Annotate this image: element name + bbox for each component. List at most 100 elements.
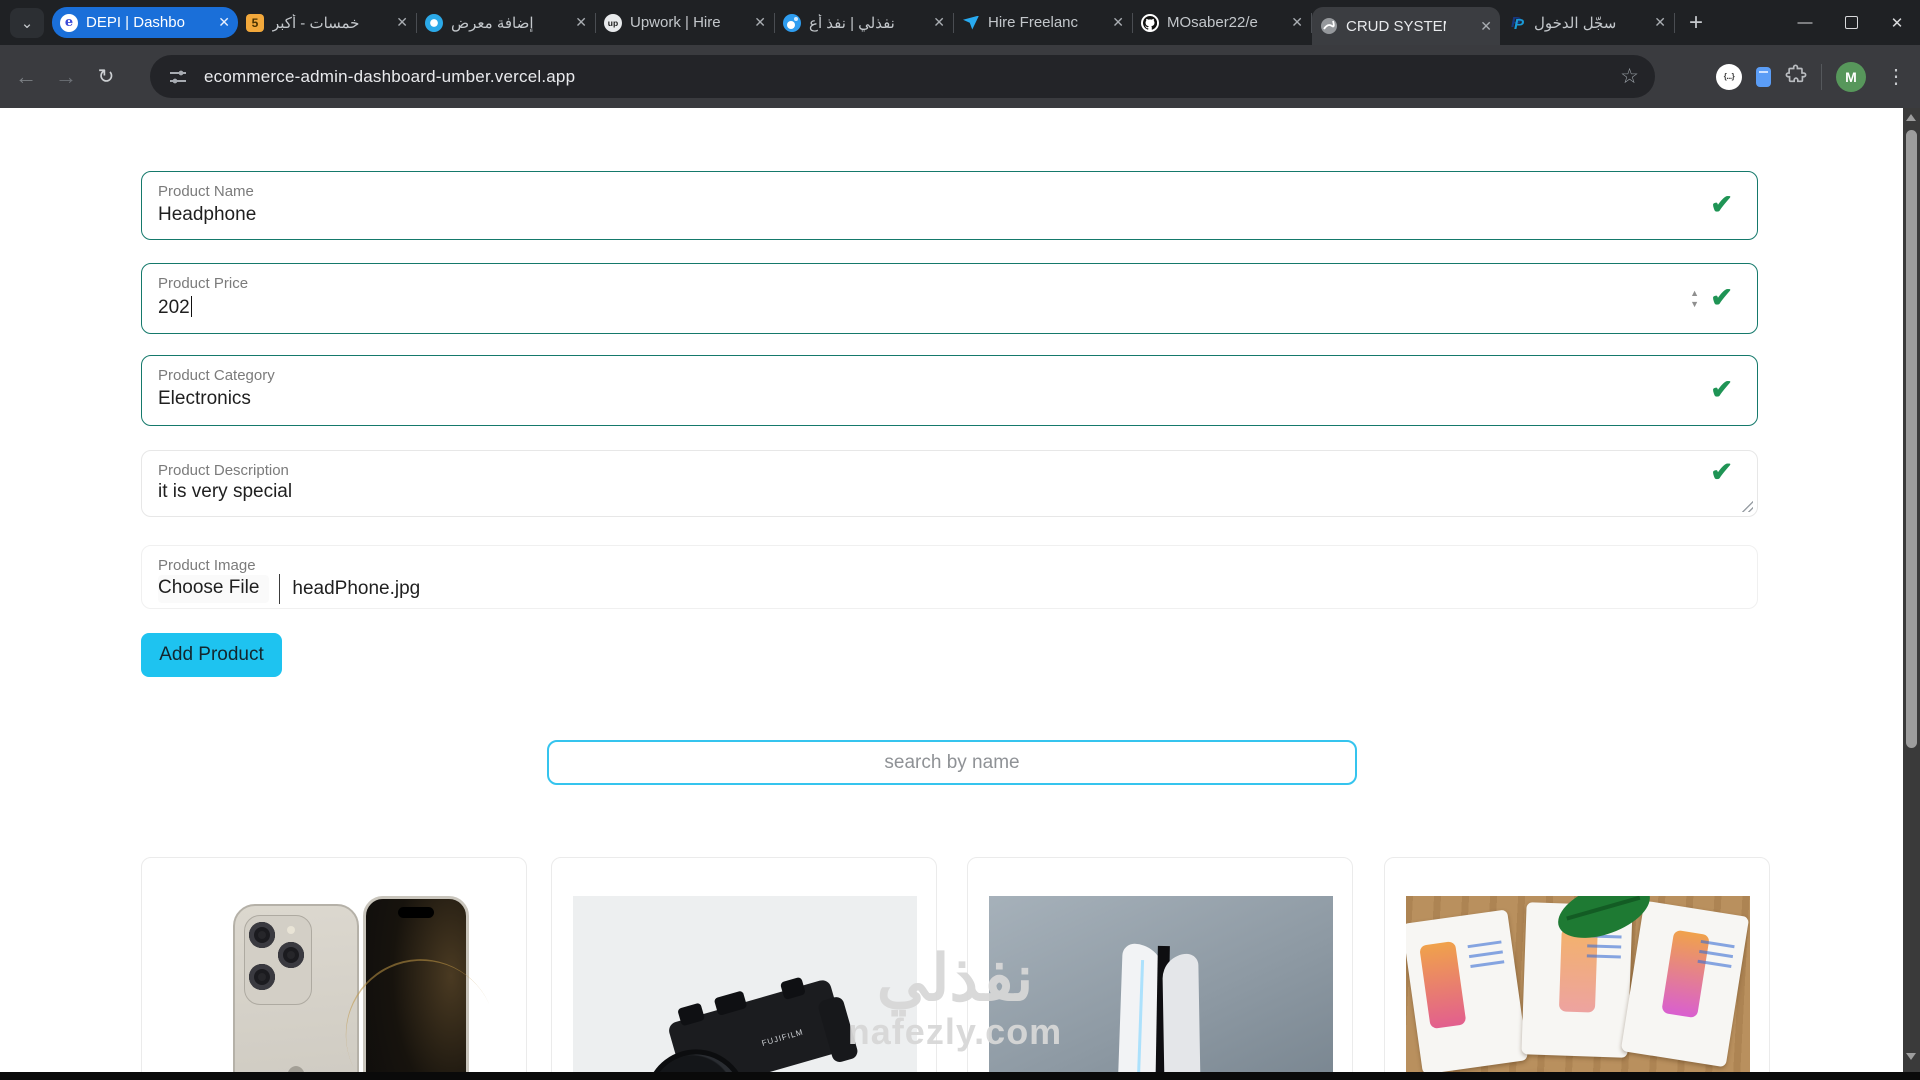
- tab-close-icon[interactable]: ✕: [575, 14, 587, 31]
- minimize-button[interactable]: —: [1782, 0, 1828, 45]
- tab-upwork[interactable]: up Upwork | Hire ✕: [596, 6, 774, 40]
- reading-list-icon[interactable]: [1756, 67, 1771, 87]
- tab-title: خمسات - أكبر: [272, 14, 359, 32]
- minimize-icon: —: [1798, 14, 1813, 31]
- product-category-value[interactable]: Electronics: [158, 388, 251, 410]
- file-name: headPhone.jpg: [292, 578, 420, 600]
- page-scrollbar[interactable]: [1903, 108, 1920, 1072]
- tab-khamsat[interactable]: 5 خمسات - أكبر ✕: [238, 6, 416, 40]
- product-description-label: Product Description: [158, 462, 289, 479]
- window-bottom-edge: [0, 1072, 1920, 1080]
- window-controls: — ✕: [1782, 0, 1920, 45]
- github-favicon-icon: [1141, 14, 1159, 32]
- product-description-value[interactable]: it is very special: [158, 481, 292, 503]
- spinner-down-icon[interactable]: ▼: [1690, 300, 1699, 309]
- toolbar-divider: [1821, 64, 1822, 90]
- tab-close-icon[interactable]: ✕: [1480, 18, 1492, 35]
- plus-icon: +: [1689, 9, 1703, 37]
- tab-freelancer[interactable]: Hire Freelanc ✕: [954, 6, 1132, 40]
- bookmark-star-icon[interactable]: ☆: [1620, 64, 1639, 89]
- product-image-label: Product Image: [158, 557, 256, 574]
- toolbar-right: {...} M ⋮: [1716, 45, 1912, 108]
- tab-title: DEPI | Dashbo: [86, 14, 185, 31]
- profile-avatar[interactable]: M: [1836, 62, 1866, 92]
- restore-button[interactable]: [1828, 0, 1874, 45]
- tab-nafezly[interactable]: نفذلي | نفذ أع ✕: [775, 6, 953, 40]
- tab-close-icon[interactable]: ✕: [1654, 14, 1666, 31]
- product-name-label: Product Name: [158, 183, 254, 200]
- globe-favicon-icon: [1320, 17, 1338, 35]
- product-category-label: Product Category: [158, 367, 275, 384]
- scrollbar-thumb[interactable]: [1906, 130, 1917, 748]
- url-text[interactable]: ecommerce-admin-dashboard-umber.vercel.a…: [204, 67, 575, 87]
- playstation-product-image: [989, 896, 1333, 1072]
- tab-close-icon[interactable]: ✕: [754, 14, 766, 31]
- restore-icon: [1845, 16, 1858, 29]
- tab-crud-system-active[interactable]: CRUD SYSTEM ✕: [1312, 7, 1500, 45]
- tab-close-icon[interactable]: ✕: [1112, 14, 1124, 31]
- product-description-field[interactable]: Product Description it is very special ✔: [141, 450, 1758, 517]
- close-icon: ✕: [1891, 14, 1904, 32]
- tab-title: CRUD SYSTEM: [1346, 18, 1446, 35]
- extension-curly-icon[interactable]: {...}: [1716, 64, 1742, 90]
- nafezly-favicon-icon: [783, 14, 801, 32]
- depi-favicon-icon: e: [60, 14, 78, 32]
- number-spinner[interactable]: ▲ ▼: [1690, 289, 1699, 309]
- search-placeholder: search by name: [884, 752, 1019, 774]
- tab-title: نفذلي | نفذ أع: [809, 14, 895, 32]
- add-product-button[interactable]: Add Product: [141, 633, 282, 677]
- product-category-field[interactable]: Product Category Electronics ✔: [141, 355, 1758, 426]
- tab-separator: [1674, 13, 1675, 33]
- product-card-airpods[interactable]: [1384, 857, 1770, 1072]
- product-price-value[interactable]: 202: [158, 296, 192, 319]
- file-input[interactable]: Choose File headPhone.jpg: [158, 574, 420, 604]
- valid-check-icon: ✔: [1710, 189, 1733, 220]
- tab-close-icon[interactable]: ✕: [933, 14, 945, 31]
- khamsat-favicon-icon: 5: [246, 14, 264, 32]
- tab-close-icon[interactable]: ✕: [1291, 14, 1303, 31]
- forward-button[interactable]: →: [46, 64, 86, 90]
- tab-title: MOsaber22/e: [1167, 14, 1258, 31]
- freelancer-favicon-icon: [962, 14, 980, 32]
- chevron-down-icon: ⌄: [21, 14, 34, 32]
- back-button[interactable]: ←: [6, 64, 46, 90]
- product-price-label: Product Price: [158, 275, 248, 292]
- browser-window: ⌄ e DEPI | Dashbo ✕ 5 خمسات - أكبر ✕ إضا…: [0, 0, 1920, 1080]
- tab-close-icon[interactable]: ✕: [396, 14, 408, 31]
- tab-title: Upwork | Hire: [630, 14, 721, 31]
- browser-toolbar: ← → ↻ ecommerce-admin-dashboard-umber.ve…: [0, 45, 1920, 108]
- product-card-camera[interactable]: FUJIFILM: [551, 857, 937, 1072]
- new-tab-button[interactable]: +: [1679, 6, 1713, 40]
- valid-check-icon: ✔: [1710, 374, 1733, 405]
- tab-close-icon[interactable]: ✕: [218, 14, 230, 31]
- close-window-button[interactable]: ✕: [1874, 0, 1920, 45]
- tab-title: سجّل الدخول: [1534, 14, 1616, 32]
- camera-product-image: FUJIFILM: [573, 896, 917, 1072]
- tab-github[interactable]: MOsaber22/e ✕: [1133, 6, 1311, 40]
- product-name-value[interactable]: Headphone: [158, 204, 256, 226]
- choose-file-button[interactable]: Choose File: [158, 575, 269, 603]
- tab-search-button[interactable]: ⌄: [10, 8, 44, 38]
- paypal-favicon-icon: P P: [1508, 14, 1526, 32]
- reload-button[interactable]: ↻: [86, 64, 126, 89]
- product-name-field[interactable]: Product Name Headphone ✔: [141, 171, 1758, 240]
- tab-mostaql[interactable]: إضافة معرض ✕: [417, 6, 595, 40]
- menu-kebab-icon[interactable]: ⋮: [1880, 64, 1912, 89]
- scroll-down-arrow-icon[interactable]: [1906, 1053, 1916, 1060]
- tab-strip: ⌄ e DEPI | Dashbo ✕ 5 خمسات - أكبر ✕ إضا…: [0, 0, 1920, 45]
- product-card-playstation[interactable]: [967, 857, 1353, 1072]
- spinner-up-icon[interactable]: ▲: [1690, 289, 1699, 298]
- tab-depi[interactable]: e DEPI | Dashbo ✕: [52, 7, 238, 38]
- search-input[interactable]: search by name: [547, 740, 1357, 785]
- product-card-iphone[interactable]: [141, 857, 527, 1072]
- extensions-puzzle-icon[interactable]: [1785, 63, 1807, 90]
- product-price-field[interactable]: Product Price 202 ▲ ▼ ✔: [141, 263, 1758, 334]
- airpods-product-image: [1406, 896, 1750, 1072]
- tab-paypal[interactable]: P P سجّل الدخول ✕: [1500, 6, 1674, 40]
- valid-check-icon: ✔: [1710, 457, 1733, 488]
- scroll-up-arrow-icon[interactable]: [1906, 114, 1916, 121]
- resize-grip-icon[interactable]: [1740, 499, 1753, 512]
- address-bar[interactable]: ecommerce-admin-dashboard-umber.vercel.a…: [150, 55, 1655, 98]
- mostaql-favicon-icon: [425, 14, 443, 32]
- site-info-icon[interactable]: [170, 69, 186, 85]
